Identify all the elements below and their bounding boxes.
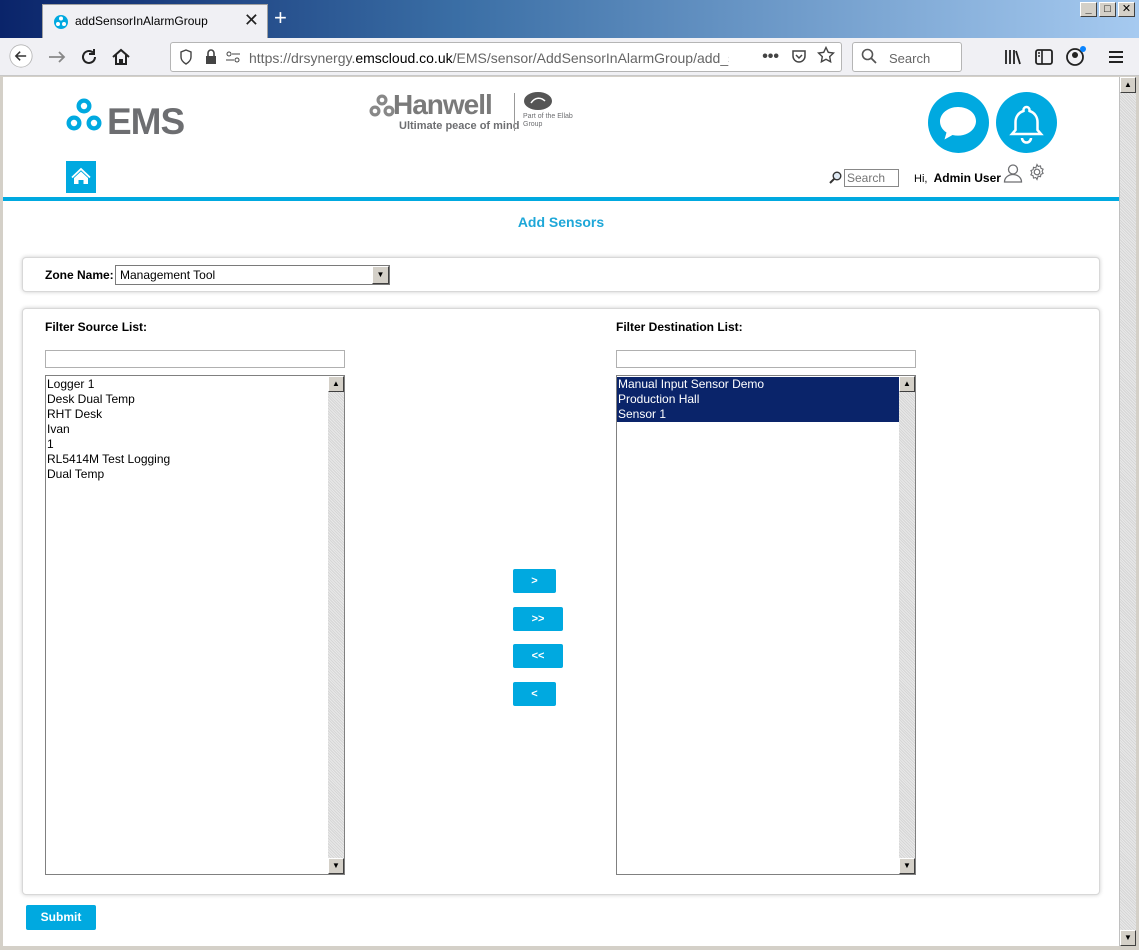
- close-window-button[interactable]: ✕: [1118, 2, 1135, 17]
- greeting-prefix: Hi,: [914, 173, 928, 185]
- home-button[interactable]: [66, 161, 96, 193]
- scroll-down-icon[interactable]: ▼: [1120, 930, 1136, 946]
- list-item[interactable]: RHT Desk: [46, 407, 328, 422]
- source-filter-input[interactable]: [45, 350, 345, 368]
- hanwell-logo-icon: [369, 94, 395, 117]
- notifications-button[interactable]: [996, 92, 1057, 153]
- submit-button[interactable]: Submit: [26, 905, 96, 930]
- list-item[interactable]: Dual Temp: [46, 467, 328, 482]
- permissions-icon[interactable]: [225, 49, 241, 65]
- ems-favicon-icon: [54, 15, 68, 29]
- source-list-items: Logger 1 Desk Dual Temp RHT Desk Ivan 1 …: [46, 377, 328, 482]
- navigation-toolbar: https://drsynergy.emscloud.co.uk/EMS/sen…: [0, 38, 1139, 76]
- search-icon[interactable]: [829, 171, 842, 184]
- home-icon: [71, 167, 91, 184]
- chat-button[interactable]: [928, 92, 989, 153]
- source-list-scrollbar[interactable]: ▲ ▼: [328, 376, 344, 874]
- page-scrollbar[interactable]: ▲ ▼: [1119, 77, 1136, 946]
- browser-search-placeholder: Search: [889, 51, 931, 66]
- scroll-up-icon[interactable]: ▲: [328, 376, 344, 392]
- user-name: Admin User: [933, 171, 1001, 185]
- gear-icon[interactable]: [1028, 163, 1046, 181]
- window-controls: _ □ ✕: [1080, 2, 1135, 17]
- browser-window: addSensorInAlarmGroup ✕ + _ □ ✕ https://…: [0, 0, 1139, 950]
- source-filter-label: Filter Source List:: [45, 320, 148, 334]
- page-actions-icon[interactable]: •••: [762, 48, 779, 66]
- web-page: EMS Hanwell Ultimate peace of mind Part …: [3, 77, 1119, 946]
- chat-bubble-icon: [940, 107, 976, 140]
- minimize-button[interactable]: _: [1080, 2, 1097, 17]
- user-profile-icon[interactable]: [1003, 163, 1023, 183]
- new-tab-icon[interactable]: +: [274, 6, 287, 30]
- zone-panel: Zone Name: Management Tool ▼: [22, 257, 1100, 292]
- move-right-button[interactable]: >: [513, 569, 556, 593]
- library-icon[interactable]: [1000, 45, 1026, 69]
- sidebar-icon[interactable]: [1031, 45, 1057, 69]
- list-item[interactable]: Logger 1: [46, 377, 328, 392]
- browser-search-bar[interactable]: Search: [852, 42, 962, 72]
- header-divider: [3, 197, 1119, 201]
- account-icon[interactable]: [1062, 45, 1088, 69]
- scroll-up-icon[interactable]: ▲: [899, 376, 915, 392]
- lock-icon[interactable]: [205, 49, 217, 65]
- ellab-logo-icon: [524, 92, 552, 110]
- hanwell-tagline: Ultimate peace of mind: [399, 120, 520, 132]
- list-item[interactable]: Manual Input Sensor Demo: [617, 377, 899, 392]
- search-icon: [861, 48, 877, 64]
- ems-logo-text: EMS: [107, 101, 185, 142]
- move-left-button[interactable]: <: [513, 682, 556, 706]
- zone-name-select[interactable]: Management Tool ▼: [115, 265, 390, 285]
- menu-icon[interactable]: [1103, 45, 1129, 69]
- sensor-lists-panel: Filter Source List: Filter Destination L…: [22, 308, 1100, 895]
- destination-filter-label: Filter Destination List:: [616, 320, 743, 334]
- forward-arrow-icon[interactable]: [44, 45, 70, 69]
- maximize-button[interactable]: □: [1099, 2, 1116, 17]
- home-icon[interactable]: [108, 45, 134, 69]
- logo-divider: [514, 93, 515, 131]
- ems-logo[interactable]: EMS: [65, 97, 185, 142]
- tab-title: addSensorInAlarmGroup: [75, 14, 208, 28]
- destination-list-items: Manual Input Sensor Demo Production Hall…: [617, 377, 899, 422]
- list-item[interactable]: 1: [46, 437, 328, 452]
- shield-icon[interactable]: [179, 49, 193, 65]
- ellab-text: Part of the Ellab Group: [523, 113, 573, 128]
- hanwell-name: Hanwell: [393, 89, 493, 120]
- list-item[interactable]: Sensor 1: [617, 407, 899, 422]
- destination-list-scrollbar[interactable]: ▲ ▼: [899, 376, 915, 874]
- scroll-down-icon[interactable]: ▼: [899, 858, 915, 874]
- title-bar: addSensorInAlarmGroup ✕ + _ □ ✕: [0, 0, 1139, 38]
- destination-filter-input[interactable]: [616, 350, 916, 368]
- list-item[interactable]: Ivan: [46, 422, 328, 437]
- page-title: Add Sensors: [517, 214, 605, 230]
- browser-tab[interactable]: addSensorInAlarmGroup ✕: [42, 4, 268, 38]
- scroll-up-icon[interactable]: ▲: [1120, 77, 1136, 93]
- list-item[interactable]: Production Hall: [617, 392, 899, 407]
- move-all-left-button[interactable]: <<: [513, 644, 563, 668]
- chevron-down-icon[interactable]: ▼: [372, 266, 389, 284]
- zone-name-value: Management Tool: [120, 268, 216, 282]
- scroll-down-icon[interactable]: ▼: [328, 858, 344, 874]
- header-search-input[interactable]: [844, 169, 899, 187]
- tab-close-icon[interactable]: ✕: [244, 10, 259, 30]
- list-item[interactable]: Desk Dual Temp: [46, 392, 328, 407]
- source-list[interactable]: Logger 1 Desk Dual Temp RHT Desk Ivan 1 …: [45, 375, 345, 875]
- list-item[interactable]: RL5414M Test Logging: [46, 452, 328, 467]
- reload-icon[interactable]: [76, 45, 102, 69]
- zone-name-label: Zone Name:: [45, 268, 114, 282]
- pocket-icon[interactable]: [791, 48, 807, 64]
- user-greeting: Hi, Admin User: [914, 171, 1001, 185]
- destination-list[interactable]: Manual Input Sensor Demo Production Hall…: [616, 375, 916, 875]
- url-bar[interactable]: https://drsynergy.emscloud.co.uk/EMS/sen…: [170, 42, 842, 72]
- ems-logo-icon: [66, 98, 102, 133]
- url-text[interactable]: https://drsynergy.emscloud.co.uk/EMS/sen…: [249, 50, 729, 66]
- move-all-right-button[interactable]: >>: [513, 607, 563, 631]
- bookmark-star-icon[interactable]: [817, 46, 835, 64]
- bell-icon: [1009, 105, 1044, 144]
- back-arrow-icon[interactable]: [8, 44, 34, 68]
